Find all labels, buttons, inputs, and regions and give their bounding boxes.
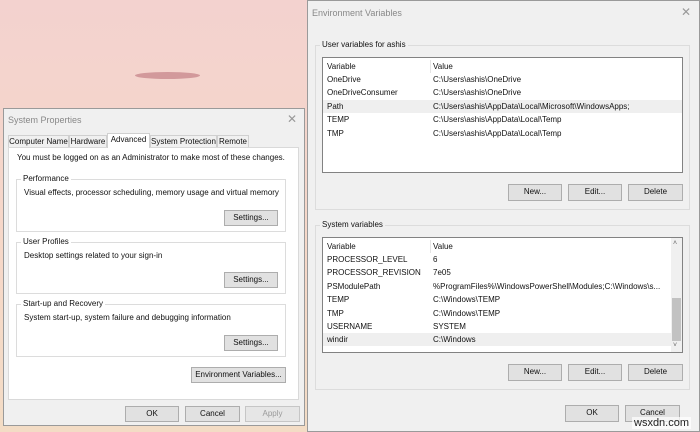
list-item[interactable]: Path C:\Users\ashis\AppData\Local\Microso… — [323, 99, 682, 113]
list-item[interactable]: TMP C:\Windows\TEMP — [323, 307, 672, 320]
variable-name: USERNAME — [327, 322, 373, 331]
variable-name: PROCESSOR_REVISION — [327, 268, 421, 278]
apply-button: Apply — [245, 406, 300, 422]
variable-value: %ProgramFiles%\WindowsPowerShell\Modules… — [433, 281, 661, 291]
variable-value: C:\Windows\TEMP — [433, 308, 501, 318]
variable-value: C:\Windows — [433, 335, 476, 345]
performance-settings-button[interactable]: Settings... — [224, 210, 278, 226]
group-desc: System start-up, system failure and debu… — [24, 313, 231, 322]
variable-value: C:\Users\ashis\AppData\Local\Temp — [433, 115, 562, 125]
tab-advanced[interactable]: Advanced — [107, 133, 150, 148]
env-ok-button[interactable]: OK — [565, 405, 619, 422]
list-item[interactable]: PSModulePath %ProgramFiles%\WindowsPowerS… — [323, 280, 672, 293]
variable-name: Path — [327, 101, 344, 111]
user-new-button[interactable]: New... — [508, 184, 562, 201]
list-item[interactable]: windir C:\Windows — [323, 333, 672, 347]
group-label: Performance — [21, 174, 71, 183]
list-item[interactable]: PROCESSOR_REVISION 7e05 — [323, 266, 672, 279]
system-edit-button[interactable]: Edit... — [568, 364, 622, 381]
startup-settings-button[interactable]: Settings... — [224, 335, 278, 351]
watermark: wsxdn.com — [632, 417, 692, 429]
group-label: Start-up and Recovery — [21, 299, 106, 308]
cloud — [135, 72, 200, 79]
column-header-value[interactable]: Value — [430, 240, 453, 253]
variable-value: C:\Users\ashis\OneDrive — [433, 88, 522, 98]
user-edit-button[interactable]: Edit... — [568, 184, 622, 201]
tab-computer-name[interactable]: Computer Name — [8, 135, 69, 147]
group-label: User Profiles — [21, 237, 71, 246]
user-delete-button[interactable]: Delete — [628, 184, 683, 201]
list-item[interactable]: USERNAME SYSTEM — [323, 320, 672, 333]
column-header-value[interactable]: Value — [430, 60, 453, 73]
tab-system-protection[interactable]: System Protection — [150, 135, 217, 147]
variable-name: TEMP — [327, 115, 350, 125]
user-profiles-settings-button[interactable]: Settings... — [224, 272, 278, 288]
system-delete-button[interactable]: Delete — [628, 364, 683, 381]
variable-value: 6 — [433, 255, 438, 264]
admin-note: You must be logged on as an Administrato… — [17, 153, 285, 162]
close-icon[interactable]: ✕ — [287, 112, 297, 126]
variable-value: C:\Users\ashis\OneDrive — [433, 75, 522, 84]
variable-name: OneDriveConsumer — [327, 88, 398, 98]
group-desc: Desktop settings related to your sign-in — [24, 251, 163, 260]
list-item[interactable]: OneDrive C:\Users\ashis\OneDrive — [323, 73, 682, 86]
system-new-button[interactable]: New... — [508, 364, 562, 381]
list-item[interactable]: OneDriveConsumer C:\Users\ashis\OneDrive — [323, 86, 682, 99]
tab-remote[interactable]: Remote — [217, 135, 249, 147]
tab-hardware[interactable]: Hardware — [69, 135, 107, 147]
user-variables-list[interactable]: Variable Value OneDrive C:\Users\ashis\On… — [322, 57, 683, 173]
column-header-variable[interactable]: Variable — [327, 240, 356, 253]
window-title: Environment Variables — [312, 8, 402, 18]
list-item[interactable]: PROCESSOR_LEVEL 6 — [323, 253, 672, 266]
system-variables-list[interactable]: Variable Value ˄ ˅ PROCESSOR_LEVEL 6 PROCE… — [322, 237, 683, 353]
scroll-up-icon[interactable]: ˄ — [673, 240, 677, 247]
scroll-thumb[interactable] — [672, 298, 681, 341]
variable-name: PROCESSOR_LEVEL — [327, 255, 408, 264]
list-item[interactable]: TEMP C:\Users\ashis\AppData\Local\Temp — [323, 113, 682, 126]
column-header-variable[interactable]: Variable — [327, 60, 356, 73]
list-header: Variable Value — [323, 60, 682, 73]
ok-button[interactable]: OK — [125, 406, 179, 422]
variable-value: 7e05 — [433, 268, 451, 278]
variable-name: TEMP — [327, 295, 350, 305]
variable-name: PSModulePath — [327, 281, 381, 291]
list-item[interactable]: TEMP C:\Windows\TEMP — [323, 293, 672, 306]
variable-value: C:\Users\ashis\AppData\Local\Microsoft\W… — [433, 101, 630, 111]
close-icon[interactable]: ✕ — [681, 5, 691, 19]
cancel-button[interactable]: Cancel — [185, 406, 240, 422]
group-label: System variables — [320, 220, 385, 229]
variable-name: windir — [327, 335, 348, 345]
variable-value: SYSTEM — [433, 322, 466, 331]
environment-variables-button[interactable]: Environment Variables... — [191, 367, 286, 383]
scrollbar[interactable]: ˄ ˅ — [671, 238, 682, 352]
list-item[interactable]: TMP C:\Users\ashis\AppData\Local\Temp — [323, 127, 682, 140]
variable-name: TMP — [327, 128, 344, 138]
group-desc: Visual effects, processor scheduling, me… — [24, 188, 279, 197]
variable-value: C:\Users\ashis\AppData\Local\Temp — [433, 128, 562, 138]
window-title: System Properties — [8, 115, 82, 125]
variable-value: C:\Windows\TEMP — [433, 295, 501, 305]
variable-name: TMP — [327, 308, 344, 318]
group-label: User variables for ashis — [320, 40, 408, 49]
scroll-down-icon[interactable]: ˅ — [673, 342, 677, 349]
variable-name: OneDrive — [327, 75, 361, 84]
list-header: Variable Value — [323, 240, 682, 253]
